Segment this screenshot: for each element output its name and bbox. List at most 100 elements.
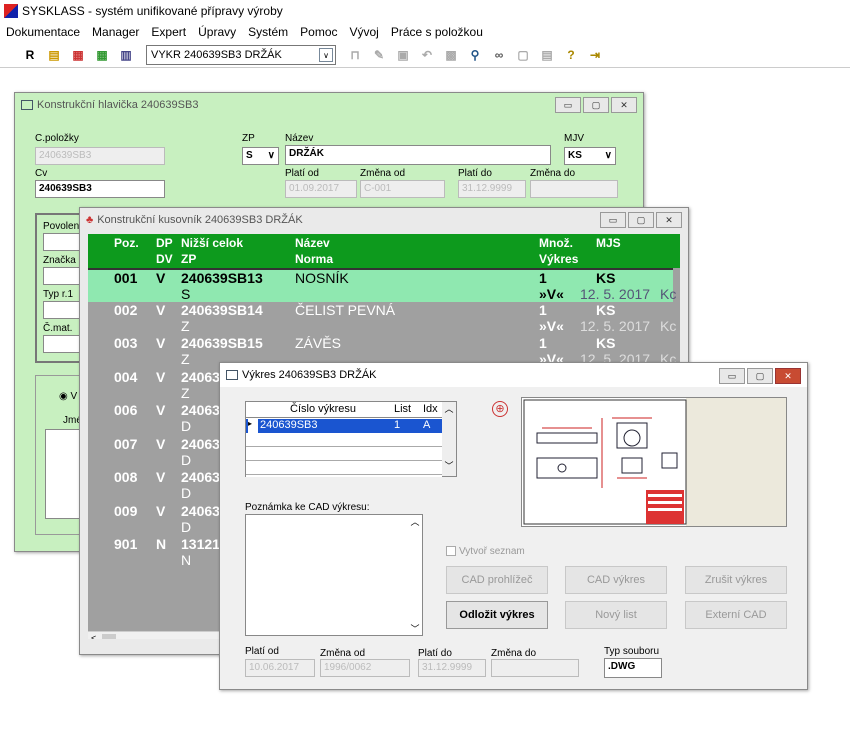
cell-mnoz: 1 (539, 301, 547, 318)
povolen-select[interactable] (43, 233, 83, 251)
v-zmena-do-field[interactable] (491, 659, 579, 677)
r-button[interactable]: R (21, 46, 39, 64)
red-doc-icon[interactable]: ▦ (69, 46, 87, 64)
cell-celek: 240639SB14 (181, 301, 263, 318)
copy-icon[interactable]: ▩ (442, 46, 460, 64)
blue-doc-icon[interactable]: ▥ (117, 46, 135, 64)
poznamka-scrollbar[interactable]: ︿ ﹀ (408, 515, 422, 635)
cell-poz: 003 (114, 335, 138, 351)
col-list: List (394, 403, 412, 415)
typr-field[interactable] (43, 301, 83, 319)
v-plati-do-field[interactable]: 31.12.9999 (418, 659, 486, 677)
vykres-grid-row[interactable]: ▸ 240639SB3 1 A (246, 419, 442, 433)
zmena-do-field[interactable] (530, 180, 618, 198)
maximize-button[interactable]: ▢ (628, 212, 654, 228)
cell-celek: 24063 (181, 368, 220, 385)
save-icon[interactable]: ▣ (394, 46, 412, 64)
vertical-scrollbar[interactable]: ︿ ﹀ (442, 402, 456, 476)
poznamka-textarea[interactable]: ︿ ﹀ (245, 514, 423, 636)
table-row[interactable]: 002 V 240639SB14 Z ČELIST PEVNÁ 1 KS »V« 12. 5. … (88, 301, 676, 336)
chevron-down-icon[interactable]: ∨ (605, 150, 612, 161)
minimize-button[interactable]: ▭ (600, 212, 626, 228)
externi-cad-button[interactable]: Externí CAD (685, 601, 787, 629)
menu-item[interactable]: Úpravy (192, 25, 242, 39)
cell-vyk: »V« (539, 317, 564, 334)
exit-icon[interactable]: ⇥ (586, 46, 604, 64)
record-combobox[interactable]: VYKR 240639SB3 DRŽÁK ∨ (146, 44, 336, 65)
minimize-button[interactable]: ▭ (719, 368, 745, 384)
povolen-label: Povolen (43, 221, 80, 232)
maximize-button[interactable]: ▢ (583, 97, 609, 113)
cell-nazev: ZÁVĚS (295, 335, 341, 351)
mjv-select[interactable]: KS ∨ (564, 147, 616, 165)
znacka-field[interactable] (43, 267, 83, 285)
undo-icon[interactable]: ↶ (418, 46, 436, 64)
maximize-button[interactable]: ▢ (747, 368, 773, 384)
chevron-down-icon[interactable]: ∨ (319, 47, 333, 62)
close-button[interactable]: ✕ (611, 97, 637, 113)
scroll-thumb[interactable] (102, 634, 116, 639)
cell-poz: 002 (114, 301, 138, 318)
v-zmena-do-label: Změna do (491, 648, 537, 659)
cv-field[interactable]: 240639SB3 (35, 180, 165, 198)
menu-item[interactable]: Vývoj (344, 25, 385, 39)
preview-icon[interactable]: ▢ (514, 46, 532, 64)
cell-dp: V (156, 435, 166, 452)
col-dp: DP (156, 236, 173, 250)
menu-item[interactable]: Systém (242, 25, 294, 39)
cell-zp: D (181, 418, 192, 434)
v-radio[interactable]: ◉ V (59, 391, 77, 402)
menu-item[interactable]: Práce s položkou (385, 25, 489, 39)
cpolozky-field[interactable]: 240639SB3 (35, 147, 165, 165)
print-icon[interactable]: ▤ (538, 46, 556, 64)
cell-zp: Z (181, 384, 190, 401)
zp-select[interactable]: S ∨ (242, 147, 279, 165)
cad-vykres-button[interactable]: CAD výkres (565, 566, 667, 594)
menu-item[interactable]: Dokumentace (0, 25, 86, 39)
document-icon[interactable]: ▤ (45, 46, 63, 64)
menu-item[interactable]: Expert (145, 25, 192, 39)
cell-zp: D (181, 485, 192, 501)
poznamka-label: Poznámka ke CAD výkresu: (245, 502, 370, 513)
col-zp: ZP (181, 252, 197, 266)
cell-date: 12. 5. 2017 (580, 286, 651, 302)
vytvor-checkbox[interactable]: Vytvoř seznam (446, 546, 525, 557)
zoom-icon[interactable]: ⊕ (492, 401, 508, 417)
search-icon[interactable]: ⚲ (466, 46, 484, 64)
v-zmena-od-field[interactable]: 1996/0062 (320, 659, 410, 677)
help-icon[interactable]: ? (562, 46, 580, 64)
chevron-left-icon[interactable]: < (88, 633, 96, 639)
menu-item[interactable]: Pomoc (294, 25, 343, 39)
vykres-window: Výkres 240639SB3 DRŽÁK ▭ ▢ ✕ Číslo výkre… (219, 362, 808, 690)
lock-icon[interactable]: ⊓ (346, 46, 364, 64)
novy-list-button[interactable]: Nový list (565, 601, 667, 629)
table-row[interactable]: 001 V 240639SB13 S NOSNÍK 1 KS »V« 12. 5. 2017 Kc (88, 268, 677, 302)
menu-item[interactable]: Manager (86, 25, 145, 39)
cell-dp: N (156, 536, 167, 552)
nazev-field[interactable]: DRŽÁK (285, 145, 551, 165)
cell-poz: 008 (114, 469, 138, 485)
cell-zp: Z (181, 317, 190, 334)
minimize-button[interactable]: ▭ (555, 97, 581, 113)
cad-preview[interactable] (521, 397, 787, 527)
typ-souboru-field[interactable]: .DWG (604, 658, 662, 678)
green-doc-icon[interactable]: ▦ (93, 46, 111, 64)
vykres-title: Výkres 240639SB3 DRŽÁK (242, 369, 377, 381)
zmena-od-field[interactable]: C-001 (360, 180, 445, 198)
col-idx: Idx (423, 403, 438, 415)
v-plati-od-field[interactable]: 10.06.2017 (245, 659, 315, 677)
cell-poz: 006 (114, 402, 138, 418)
cmat-field[interactable] (43, 335, 83, 353)
close-button[interactable]: ✕ (656, 212, 682, 228)
close-button[interactable]: ✕ (775, 368, 801, 384)
chevron-down-icon[interactable]: ∨ (268, 150, 275, 161)
plati-do-field[interactable]: 31.12.9999 (458, 180, 526, 198)
plati-od-field[interactable]: 01.09.2017 (285, 180, 357, 198)
cell-dp: V (156, 368, 166, 385)
cad-prohlizec-button[interactable]: CAD prohlížeč (446, 566, 548, 594)
odlozit-vykres-button[interactable]: Odložit výkres (446, 601, 548, 629)
cell-kc: Kc (660, 286, 677, 302)
zrusit-vykres-button[interactable]: Zrušit výkres (685, 566, 787, 594)
binoculars-icon[interactable]: ∞ (490, 46, 508, 64)
edit-icon[interactable]: ✎ (370, 46, 388, 64)
